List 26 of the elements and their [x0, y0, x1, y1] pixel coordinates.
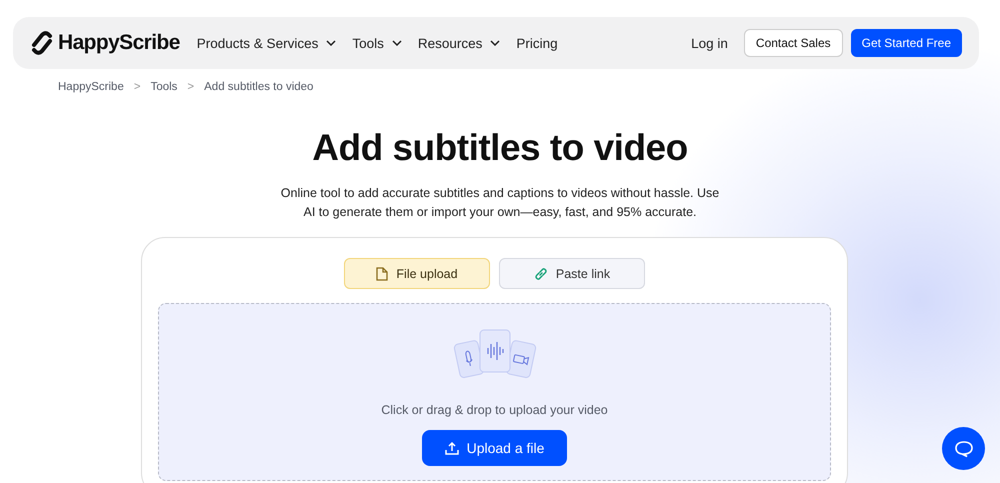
nav-link[interactable]: Pricing — [516, 36, 558, 50]
dropzone[interactable]: Click or drag & drop to upload your video Upload a file — [158, 303, 831, 481]
upload-button[interactable]: Upload a file — [422, 430, 568, 466]
breadcrumb-separator: > — [187, 81, 194, 93]
tab[interactable]: Paste link — [499, 258, 645, 289]
tab[interactable]: File upload — [344, 258, 490, 289]
breadcrumb-link[interactable]: Add subtitles to video — [204, 81, 314, 93]
chat-button[interactable] — [942, 427, 985, 470]
breadcrumb-link[interactable]: Tools — [150, 81, 178, 93]
breadcrumb-separator: > — [134, 81, 141, 93]
page-description: Online tool to add accurate subtitles and captions to videos without hassle. Use AI to generate them or import your own—easy, fast, and 95% accurate. — [280, 185, 720, 221]
nav-link[interactable]: Tools — [352, 36, 402, 50]
get-started-button[interactable]: Get Started Free — [850, 29, 962, 57]
logo-text[interactable]: HappyScribe — [58, 31, 180, 55]
nav-link[interactable]: Products & Services — [196, 36, 336, 50]
dropzone-hint: Click or drag & drop to upload your video — [381, 403, 608, 417]
chat-bubble-icon — [954, 440, 974, 458]
upload-icon — [444, 441, 459, 455]
page-title: Add subtitles to video — [311, 127, 689, 169]
breadcrumb-link[interactable]: HappyScribe — [58, 81, 124, 93]
link-icon — [534, 266, 548, 280]
logo-icon[interactable] — [30, 31, 54, 55]
nav-link[interactable]: Resources — [418, 36, 500, 50]
login-link[interactable]: Log in — [691, 36, 728, 50]
contact-sales-button[interactable]: Contact Sales — [744, 29, 843, 57]
document-icon — [376, 266, 388, 280]
